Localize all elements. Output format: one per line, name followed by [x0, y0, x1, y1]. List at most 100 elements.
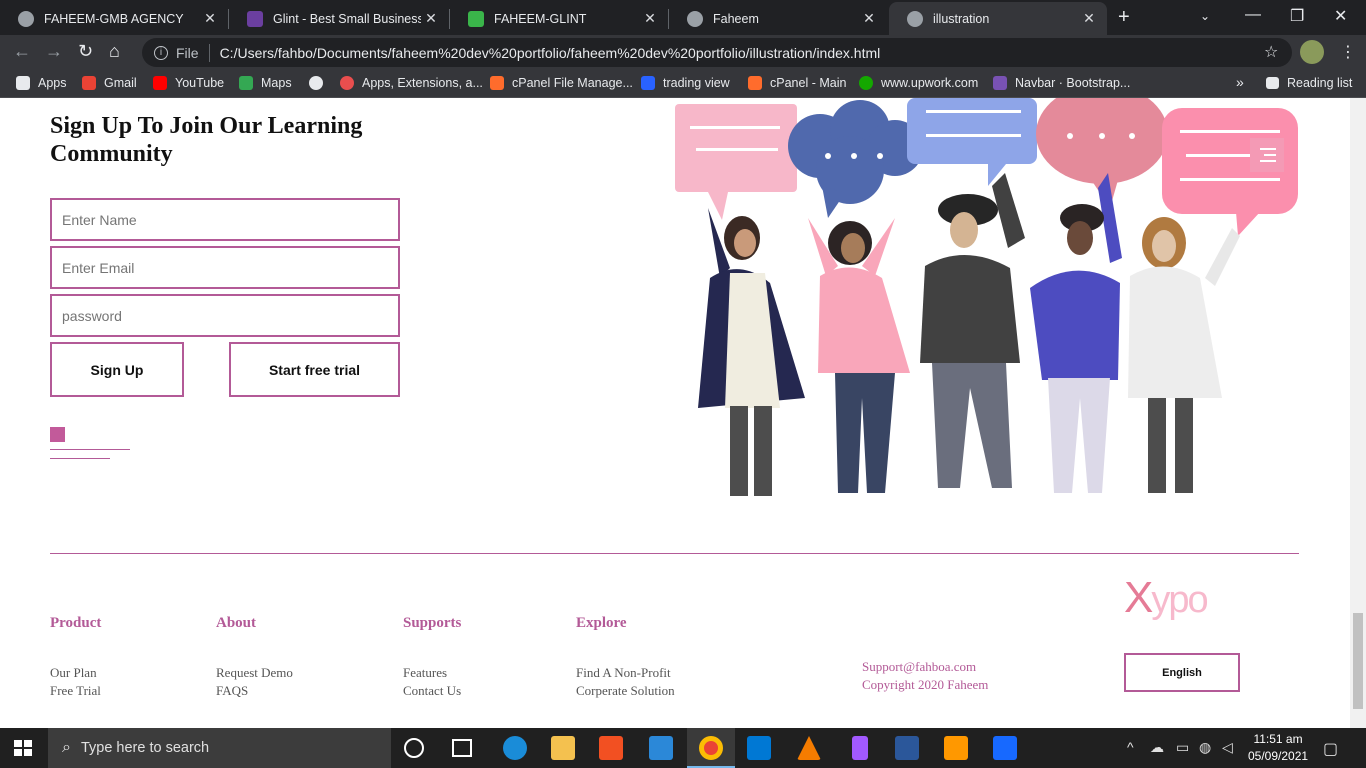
- task-view-icon[interactable]: [452, 739, 472, 757]
- speech-bubble-blue-rect: [907, 98, 1037, 186]
- bookmark-trading-view[interactable]: trading view: [641, 76, 730, 90]
- app-icon[interactable]: [993, 736, 1017, 760]
- new-tab-button[interactable]: +: [1118, 6, 1130, 29]
- close-icon[interactable]: ✕: [421, 10, 441, 27]
- globe-icon: [907, 10, 923, 27]
- word-icon[interactable]: [895, 736, 919, 760]
- store-icon[interactable]: [599, 736, 623, 760]
- bookmark-maps[interactable]: Maps: [239, 76, 292, 90]
- file-explorer-icon[interactable]: [551, 736, 575, 760]
- bookmark-apps[interactable]: Apps: [16, 76, 67, 90]
- tab-illustration[interactable]: illustration ✕: [889, 2, 1107, 35]
- chrome-taskbar-button[interactable]: [687, 728, 735, 768]
- sublime-icon[interactable]: [944, 736, 968, 760]
- close-window-icon[interactable]: ✕: [1334, 6, 1347, 26]
- figma-icon[interactable]: [852, 736, 868, 760]
- globe-icon: [18, 10, 34, 27]
- reload-icon[interactable]: ↻: [78, 41, 93, 62]
- footer-title-product: Product: [50, 615, 102, 631]
- network-icon[interactable]: ◍: [1199, 739, 1211, 756]
- email-input[interactable]: [50, 246, 400, 289]
- home-icon[interactable]: ⌂: [109, 41, 120, 62]
- back-icon[interactable]: ←: [13, 41, 31, 62]
- globe-icon: [309, 76, 323, 90]
- battery-icon[interactable]: ▭: [1176, 739, 1189, 756]
- restore-icon[interactable]: ❐: [1290, 6, 1304, 26]
- bookmark-bootstrap[interactable]: Navbar · Bootstrap...: [993, 76, 1130, 90]
- support-email[interactable]: Support@fahboa.com: [862, 659, 976, 675]
- upwork-icon: [859, 76, 873, 90]
- reading-list[interactable]: Reading list: [1266, 76, 1352, 90]
- footer-link-faqs[interactable]: FAQS: [216, 683, 248, 699]
- onedrive-icon[interactable]: ☁: [1150, 739, 1164, 756]
- footer-title-about: About: [216, 615, 257, 631]
- bookmark-gmail[interactable]: Gmail: [82, 76, 137, 90]
- taskbar-clock[interactable]: 11:51 am 05/09/2021: [1248, 731, 1308, 765]
- tab-faheem[interactable]: Faheem ✕: [669, 2, 887, 35]
- edge-icon[interactable]: [503, 736, 527, 760]
- footer-link-non-profit[interactable]: Find A Non-Profit: [576, 665, 671, 681]
- forward-icon[interactable]: →: [45, 41, 63, 62]
- url-text[interactable]: C:/Users/fahbo/Documents/faheem%20dev%20…: [220, 45, 881, 61]
- footer-link-our-plan[interactable]: Our Plan: [50, 665, 97, 681]
- person-blue-sweater: [1030, 173, 1122, 493]
- tab-title: Faheem: [713, 11, 759, 26]
- vscode-icon[interactable]: [747, 736, 771, 760]
- bookmark-label: cPanel - Main: [770, 76, 847, 90]
- speech-bubble-pink-left: [675, 104, 797, 220]
- bookmark-youtube[interactable]: YouTube: [153, 76, 224, 90]
- cortana-icon[interactable]: [404, 738, 424, 758]
- avatar[interactable]: [1300, 40, 1324, 64]
- footer-link-free-trial[interactable]: Free Trial: [50, 683, 101, 699]
- footer-link-request-demo[interactable]: Request Demo: [216, 665, 293, 681]
- page-content: Sign Up To Join Our Learning Community S…: [0, 98, 1350, 728]
- language-button[interactable]: English: [1124, 653, 1240, 692]
- signup-button[interactable]: Sign Up: [50, 342, 184, 397]
- close-icon[interactable]: ✕: [1079, 10, 1099, 27]
- minimize-icon[interactable]: —: [1245, 6, 1261, 24]
- search-icon: ⌕: [62, 739, 71, 756]
- bookmarks-overflow[interactable]: »: [1236, 74, 1244, 90]
- tray-chevron-icon[interactable]: ^: [1127, 739, 1134, 755]
- password-input[interactable]: [50, 294, 400, 337]
- name-input[interactable]: [50, 198, 400, 241]
- bookmark-cpanel-main[interactable]: cPanel - Main: [748, 76, 846, 90]
- address-bar[interactable]: i File C:/Users/fahbo/Documents/faheem%2…: [142, 38, 1292, 67]
- taskbar-search[interactable]: ⌕ Type here to search: [48, 728, 391, 768]
- tradingview-icon: [641, 76, 655, 90]
- tab-faheem-glint[interactable]: FAHEEM-GLINT ✕: [450, 2, 668, 35]
- bookmark-label: Navbar · Bootstrap...: [1015, 76, 1131, 90]
- scrollbar-thumb[interactable]: [1353, 613, 1363, 709]
- close-icon[interactable]: ✕: [200, 10, 220, 27]
- windows-start-icon[interactable]: [14, 740, 32, 756]
- bookmark-apps-extensions[interactable]: Apps, Extensions, a...: [340, 76, 483, 90]
- menu-icon[interactable]: ⋮: [1340, 42, 1356, 62]
- tab-faheem-gmb[interactable]: FAHEEM-GMB AGENCY ✕: [0, 2, 228, 35]
- vlc-icon[interactable]: [797, 736, 821, 760]
- bookmark-globe[interactable]: [309, 76, 331, 90]
- footer-link-corporate[interactable]: Corperate Solution: [576, 683, 675, 699]
- notifications-icon[interactable]: ▢: [1323, 739, 1338, 759]
- close-icon[interactable]: ✕: [859, 10, 879, 27]
- tab-title: Glint - Best Small Business W: [273, 11, 421, 26]
- bookmark-star-icon[interactable]: ☆: [1264, 42, 1278, 62]
- person-dark-coat: [698, 208, 805, 496]
- page-scrollbar[interactable]: [1350, 98, 1366, 728]
- bookmark-upwork[interactable]: www.upwork.com: [859, 76, 978, 90]
- tab-search-icon[interactable]: ⌄: [1200, 9, 1210, 23]
- tab-glint[interactable]: Glint - Best Small Business W ✕: [229, 2, 449, 35]
- bookmark-cpanel-file[interactable]: cPanel File Manage...: [490, 76, 633, 90]
- bookmarks-bar: Apps Gmail YouTube Maps Apps, Extensions…: [0, 70, 1366, 98]
- close-icon[interactable]: ✕: [640, 10, 660, 27]
- footer-link-contact-us[interactable]: Contact Us: [403, 683, 461, 699]
- webstore-icon: [340, 76, 354, 90]
- start-trial-button[interactable]: Start free trial: [229, 342, 400, 397]
- mail-icon[interactable]: [649, 736, 673, 760]
- hamburger-menu-button[interactable]: [1250, 138, 1284, 172]
- info-icon[interactable]: i: [154, 45, 168, 60]
- glint-g-icon: [468, 10, 484, 27]
- volume-icon[interactable]: ◁: [1222, 739, 1233, 756]
- browser-tab-strip: FAHEEM-GMB AGENCY ✕ Glint - Best Small B…: [0, 0, 1366, 35]
- cpanel-icon: [748, 76, 762, 90]
- footer-link-features[interactable]: Features: [403, 665, 447, 681]
